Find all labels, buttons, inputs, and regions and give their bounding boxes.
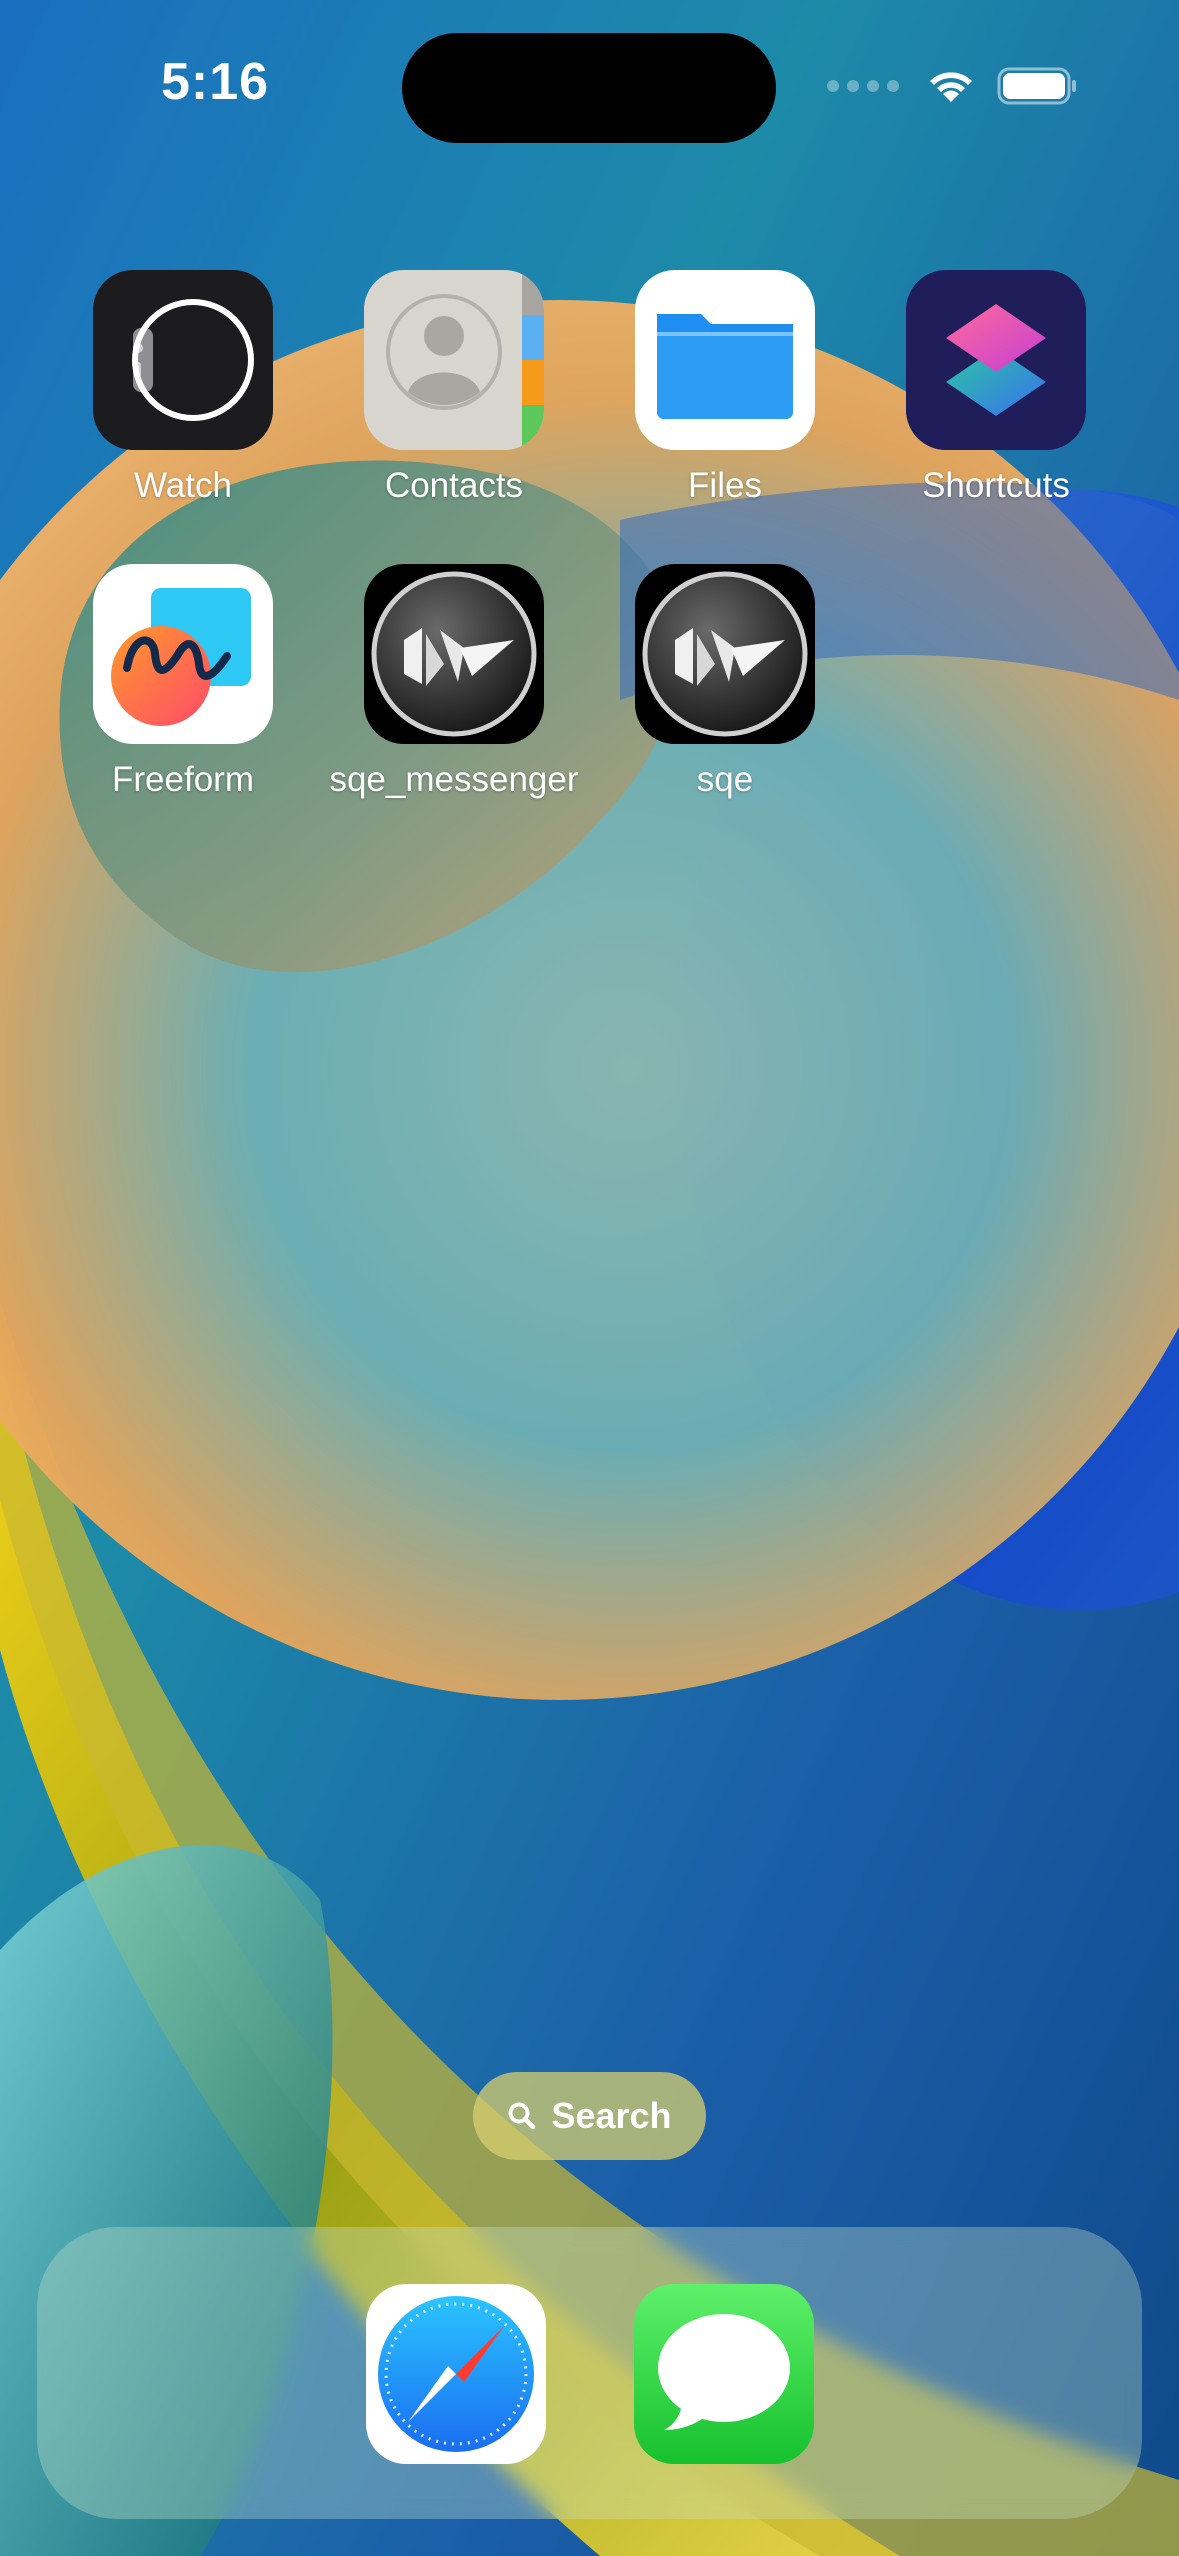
app-label: Shortcuts (922, 466, 1070, 505)
app-files[interactable]: Files (635, 270, 815, 505)
app-sqe-messenger[interactable]: sqe_messenger (329, 564, 579, 799)
messages-app-icon[interactable] (634, 2284, 814, 2464)
dynamic-island (402, 33, 776, 143)
status-indicators (827, 66, 1079, 106)
app-label: sqe_messenger (329, 760, 579, 799)
spotlight-search-button[interactable]: Search (473, 2072, 706, 2160)
contacts-app-icon[interactable] (364, 270, 544, 450)
app-label: Freeform (112, 760, 254, 799)
app-label: sqe (696, 760, 754, 799)
search-label: Search (551, 2095, 672, 2136)
shortcuts-app-icon[interactable] (906, 270, 1086, 450)
kivy-app-icon[interactable] (364, 564, 544, 744)
files-app-icon[interactable] (635, 270, 815, 450)
app-shortcuts[interactable]: Shortcuts (906, 270, 1086, 505)
freeform-app-icon[interactable] (93, 564, 273, 744)
app-contacts[interactable]: Contacts (364, 270, 544, 505)
status-time: 5:16 (160, 53, 270, 111)
cellular-signal-icon (827, 80, 899, 92)
battery-icon (997, 67, 1076, 105)
app-sqe[interactable]: sqe (635, 564, 815, 799)
app-watch[interactable]: Watch (93, 270, 273, 505)
wifi-icon (930, 72, 972, 102)
dock (37, 2227, 1142, 2519)
app-label: Watch (134, 466, 232, 505)
kivy-app-icon[interactable] (635, 564, 815, 744)
safari-app-icon[interactable] (366, 2284, 546, 2464)
app-label: Contacts (384, 466, 524, 505)
app-freeform[interactable]: Freeform (93, 564, 273, 799)
search-icon (508, 2102, 536, 2130)
app-label: Files (688, 466, 762, 505)
watch-app-icon[interactable] (93, 270, 273, 450)
